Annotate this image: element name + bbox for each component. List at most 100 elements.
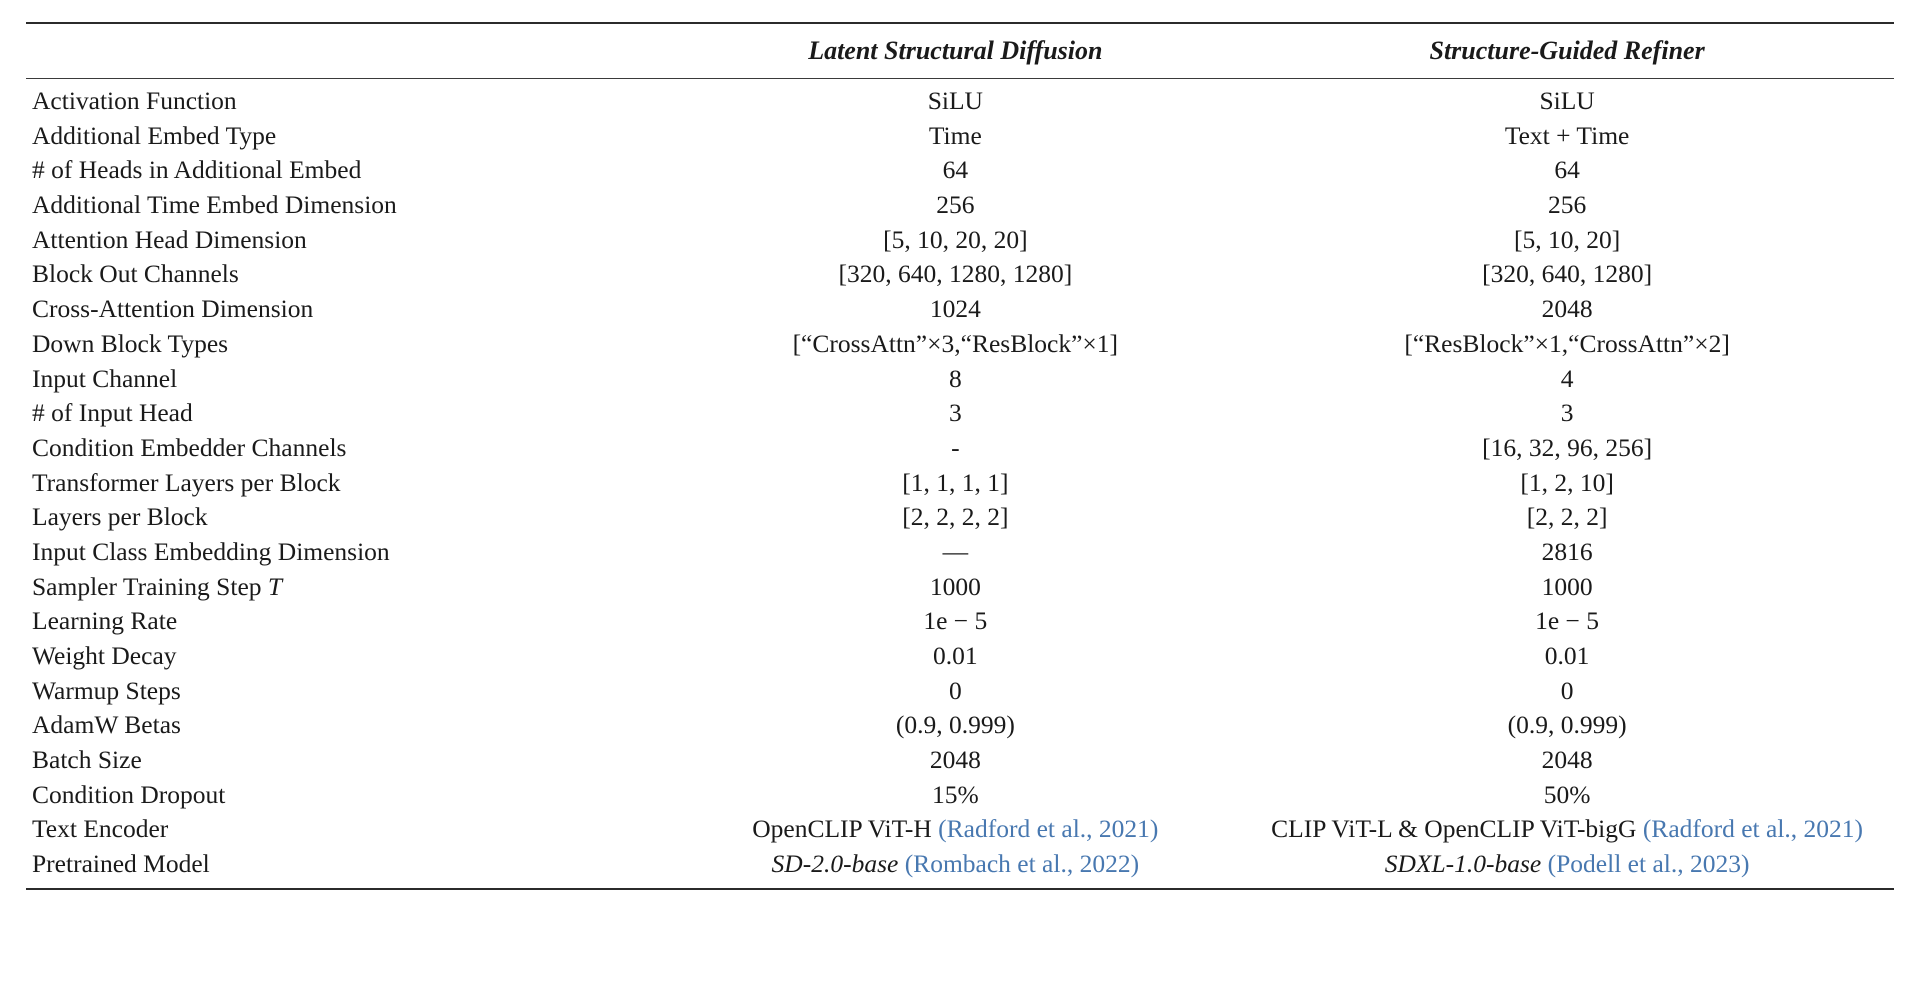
cell-col2: 1e − 5 [1535, 606, 1600, 636]
cell-col1: [2, 2, 2, 2] [902, 502, 1009, 532]
cell-value: SDXL-1.0-base [1384, 849, 1548, 879]
table-row: # of Input Head 3 3 [26, 396, 1894, 431]
row-label: Condition Dropout [32, 779, 226, 809]
cell-col2: 1000 [1541, 571, 1593, 601]
citation-link[interactable]: (Rombach et al., 2022) [905, 849, 1139, 878]
table-row: Layers per Block [2, 2, 2, 2] [2, 2, 2] [26, 500, 1894, 535]
cell-col1: (0.9, 0.999) [895, 710, 1015, 740]
cell-col1: - [951, 432, 960, 462]
hyperparameter-table: Latent Structural Diffusion Structure-Gu… [26, 22, 1894, 891]
table-row: Block Out Channels [320, 640, 1280, 1280]… [26, 257, 1894, 292]
row-label: Input Channel [32, 363, 178, 393]
cell-col1: — [942, 536, 969, 566]
row-label: Weight Decay [32, 641, 177, 670]
cell-col1: 2048 [929, 745, 981, 775]
table-row: Transformer Layers per Block [1, 1, 1, 1]… [26, 465, 1894, 500]
cell-col2: 2816 [1541, 536, 1593, 566]
table-row: Attention Head Dimension [5, 10, 20, 20] [… [26, 222, 1894, 257]
cell-col2: 50% [1543, 779, 1591, 809]
header-row: Latent Structural Diffusion Structure-Gu… [26, 24, 1894, 79]
cell-col2: CLIP ViT-L & OpenCLIP ViT-bigG (Radford … [1240, 812, 1894, 847]
table-row: Input Channel 8 4 [26, 361, 1894, 396]
citation-link[interactable]: (Radford et al., 2021) [1643, 814, 1863, 843]
table-row: Condition Dropout 15% 50% [26, 777, 1894, 812]
cell-value: CLIP ViT-L & OpenCLIP ViT-bigG [1271, 814, 1643, 844]
table-body: Activation Function SiLU SiLU Additional Em… [26, 79, 1894, 889]
row-label: Sampler Training Step T [32, 571, 283, 601]
cell-col1: 0 [948, 675, 962, 705]
cell-col1: [320, 640, 1280, 1280] [838, 259, 1073, 289]
cell-col1: 256 [936, 190, 975, 220]
row-label: Activation Function [32, 86, 237, 115]
table-row: Batch Size 2048 2048 [26, 742, 1894, 777]
row-label: Down Block Types [32, 328, 229, 358]
cell-col1: [“CrossAttn”×3,“ResBlock”×1] [792, 328, 1119, 358]
header-structure-guided-refiner: Structure-Guided Refiner [1429, 36, 1705, 65]
row-label: Block Out Channels [32, 259, 239, 289]
cell-col2: [2, 2, 2] [1526, 502, 1608, 532]
cell-col2: 64 [1554, 155, 1580, 185]
row-label: Additional Embed Type [32, 120, 277, 150]
cell-col2: [5, 10, 20] [1513, 224, 1621, 254]
table-row: Sampler Training Step T 1000 1000 [26, 569, 1894, 604]
cell-col1: 1000 [929, 571, 981, 601]
cell-col2: [“ResBlock”×1,“CrossAttn”×2] [1404, 328, 1730, 358]
cell-col1: SD-2.0-base (Rombach et al., 2022) [670, 847, 1240, 889]
cell-col1: OpenCLIP ViT-H (Radford et al., 2021) [670, 812, 1240, 847]
cell-col2: SDXL-1.0-base (Podell et al., 2023) [1240, 847, 1894, 889]
cell-col2: 2048 [1541, 294, 1593, 324]
cell-col2: 0.01 [1544, 641, 1590, 670]
header-rowlabel [26, 24, 670, 79]
row-label: Text Encoder [32, 814, 169, 844]
table-head: Latent Structural Diffusion Structure-Gu… [26, 22, 1894, 79]
header-latent-structural-diffusion: Latent Structural Diffusion [808, 36, 1103, 65]
cell-value: OpenCLIP ViT-H [752, 814, 939, 844]
table-row: Text Encoder OpenCLIP ViT-H (Radford et a… [26, 812, 1894, 847]
table-row: # of Heads in Additional Embed 64 64 [26, 153, 1894, 188]
table-row: Activation Function SiLU SiLU [26, 79, 1894, 118]
cell-col2: [16, 32, 96, 256] [1482, 432, 1653, 462]
cell-col1: 1e − 5 [923, 606, 988, 636]
cell-col2: 4 [1560, 363, 1574, 393]
table-row: Additional Embed Type Time Text + Time [26, 118, 1894, 153]
table-row: Weight Decay 0.01 0.01 [26, 638, 1894, 673]
cell-col1: SiLU [927, 86, 983, 115]
row-label: Condition Embedder Channels [32, 432, 347, 462]
cell-col2: 3 [1560, 398, 1574, 428]
citation-link[interactable]: (Radford et al., 2021) [938, 814, 1158, 843]
table-row: Additional Time Embed Dimension 256 256 [26, 187, 1894, 222]
row-label: Attention Head Dimension [32, 224, 307, 254]
cell-col1: 3 [948, 398, 962, 428]
row-label: Learning Rate [32, 606, 178, 636]
table-row: Down Block Types [“CrossAttn”×3,“ResBlock… [26, 326, 1894, 361]
row-label: AdamW Betas [32, 710, 181, 740]
cell-col2: SiLU [1539, 86, 1595, 115]
cell-col2: 256 [1547, 190, 1587, 220]
row-label: # of Heads in Additional Embed [32, 155, 362, 185]
row-label: Additional Time Embed Dimension [32, 190, 397, 220]
table-row: AdamW Betas (0.9, 0.999) (0.9, 0.999) [26, 708, 1894, 743]
cell-col1: 64 [942, 155, 969, 185]
cell-col1: 0.01 [933, 641, 978, 670]
cell-col1: [5, 10, 20, 20] [883, 224, 1028, 254]
row-label: Warmup Steps [32, 675, 181, 705]
table-row: Warmup Steps 0 0 [26, 673, 1894, 708]
cell-col2: 2048 [1541, 745, 1593, 775]
cell-col1: 8 [948, 363, 962, 393]
cell-col1: 1024 [929, 294, 981, 324]
cell-col2: 0 [1560, 675, 1574, 705]
cell-col1: [1, 1, 1, 1] [902, 467, 1009, 497]
citation-link[interactable]: (Podell et al., 2023) [1548, 849, 1750, 878]
cell-col2: (0.9, 0.999) [1507, 710, 1627, 740]
row-label: Input Class Embedding Dimension [32, 536, 390, 566]
table-row: Input Class Embedding Dimension — 2816 [26, 534, 1894, 569]
cell-value: SD-2.0-base [771, 849, 905, 879]
bottomrule [26, 887, 1894, 891]
row-label-symbol: T [267, 571, 283, 601]
row-label: Transformer Layers per Block [32, 467, 341, 497]
cell-col2: [1, 2, 10] [1520, 467, 1614, 497]
table-row: Pretrained Model SD-2.0-base (Rombach et … [26, 847, 1894, 889]
table-row: Learning Rate 1e − 5 1e − 5 [26, 604, 1894, 639]
table-row: Cross-Attention Dimension 1024 2048 [26, 292, 1894, 327]
row-label: Batch Size [32, 745, 142, 775]
